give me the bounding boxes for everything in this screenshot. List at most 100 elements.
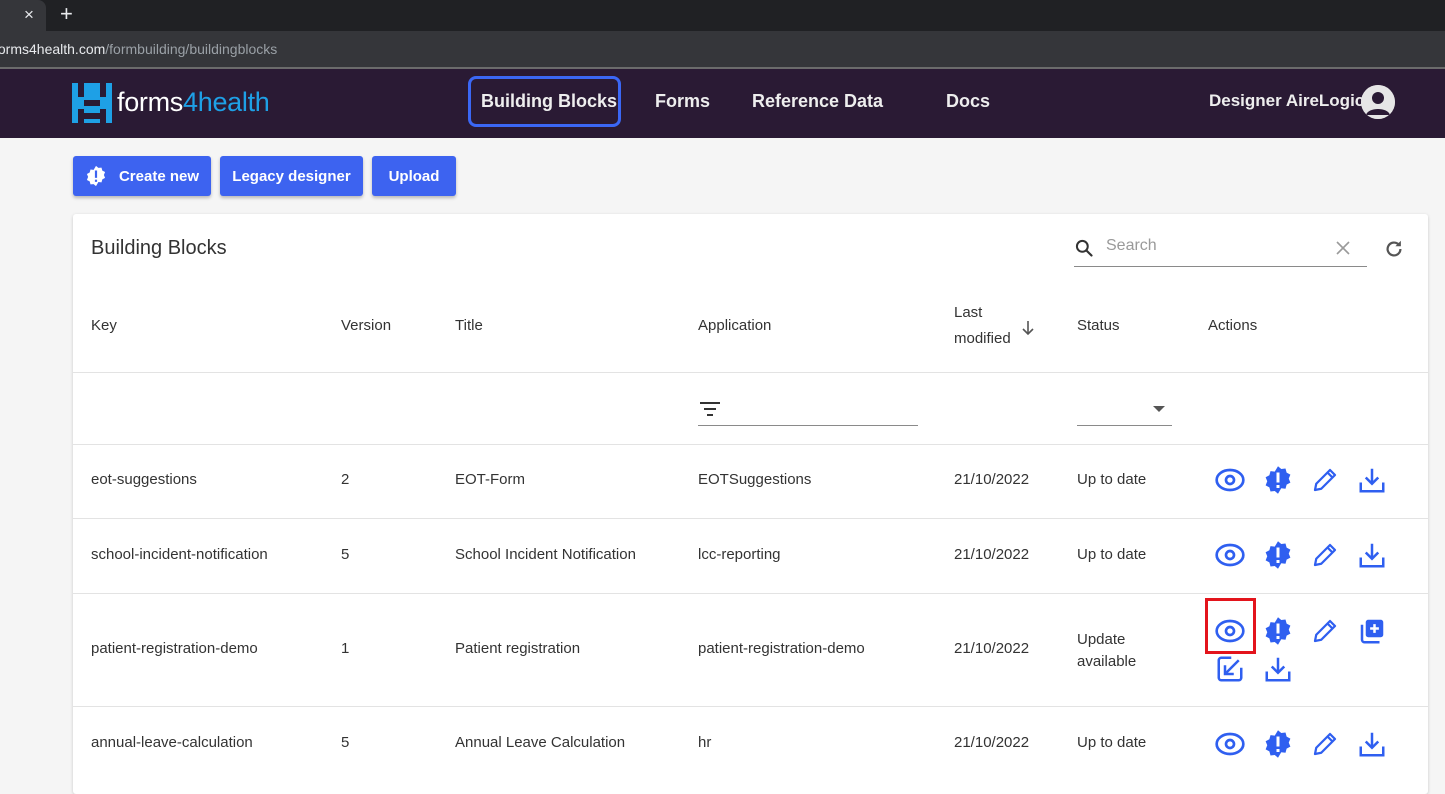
divider (73, 372, 1428, 373)
eye-icon (1215, 732, 1245, 756)
browser-tab[interactable]: × (0, 0, 46, 31)
nav-building-blocks[interactable]: Building Blocks (481, 91, 617, 112)
import-arrow-icon (1217, 656, 1243, 682)
divider (73, 593, 1428, 594)
eye-icon (1215, 543, 1245, 567)
forms4health-logo-icon[interactable] (72, 83, 112, 123)
download-icon (1359, 543, 1385, 568)
tab-close-icon[interactable]: × (24, 5, 34, 25)
badge-alert-icon (1265, 617, 1291, 645)
cell-last-modified: 21/10/2022 (954, 734, 1030, 751)
user-avatar-icon[interactable] (1361, 85, 1395, 119)
sort-descending-icon[interactable] (1021, 320, 1035, 336)
card-title: Building Blocks (91, 237, 227, 259)
status-line-1: Update (1077, 631, 1126, 648)
divider (73, 444, 1428, 445)
cell-last-modified: 21/10/2022 (954, 640, 1030, 657)
cell-version: 5 (341, 546, 350, 563)
nav-docs[interactable]: Docs (946, 91, 990, 112)
cell-application: patient-registration-demo (698, 640, 865, 657)
cell-application: EOTSuggestions (698, 471, 812, 488)
logo-text-accent: 4health (183, 87, 270, 117)
legacy-designer-label: Legacy designer (232, 167, 351, 185)
search-input[interactable] (1104, 236, 1328, 256)
column-header-last-modified[interactable]: Last modified (954, 300, 1034, 352)
edit-button[interactable] (1309, 539, 1341, 571)
validate-button[interactable] (1262, 464, 1294, 496)
cell-application: hr (698, 734, 712, 751)
close-icon[interactable] (1335, 240, 1351, 256)
download-button[interactable] (1356, 539, 1388, 571)
column-header-application[interactable]: Application (698, 313, 771, 339)
download-icon (1265, 657, 1291, 682)
cell-version: 5 (341, 734, 350, 751)
search-icon (1075, 239, 1093, 257)
divider (73, 706, 1428, 707)
pencil-icon (1313, 543, 1337, 567)
edit-button[interactable] (1309, 464, 1341, 496)
divider (73, 518, 1428, 519)
cell-status: Up to date (1077, 546, 1147, 563)
nav-reference-data[interactable]: Reference Data (752, 91, 883, 112)
app-header: forms4health Building Blocks Forms Refer… (0, 69, 1445, 138)
edit-button[interactable] (1309, 615, 1341, 647)
search-field[interactable] (1074, 228, 1367, 267)
status-filter-select[interactable] (1077, 394, 1172, 426)
column-header-title[interactable]: Title (455, 313, 483, 339)
nav-forms[interactable]: Forms (655, 91, 710, 112)
download-button[interactable] (1356, 464, 1388, 496)
cell-title: School Incident Notification (455, 546, 636, 563)
edit-button[interactable] (1309, 728, 1341, 760)
upload-button[interactable]: Upload (372, 156, 456, 196)
validate-button[interactable] (1262, 728, 1294, 760)
view-button[interactable] (1214, 539, 1246, 571)
application-filter-input[interactable] (698, 394, 918, 426)
pencil-icon (1313, 732, 1337, 756)
cell-status: Up to date (1077, 734, 1147, 751)
download-button[interactable] (1262, 653, 1294, 685)
cell-key: school-incident-notification (91, 546, 268, 563)
copy-plus-icon (1360, 619, 1384, 644)
logo-text-main: forms (117, 87, 184, 117)
new-tab-icon[interactable]: + (60, 2, 73, 26)
url-path: /formbuilding/buildingblocks (105, 41, 278, 57)
logo-text[interactable]: forms4health (117, 87, 270, 118)
view-button[interactable] (1214, 728, 1246, 760)
cell-version: 1 (341, 640, 350, 657)
refresh-icon[interactable] (1383, 238, 1405, 260)
cell-application: lcc-reporting (698, 546, 781, 563)
badge-alert-icon (86, 165, 106, 187)
cell-status: Update available (1077, 629, 1136, 673)
download-icon (1359, 732, 1385, 757)
pencil-icon (1313, 619, 1337, 643)
column-header-last-modified-line1: Last (954, 304, 983, 321)
url-domain: forms4health.com (0, 41, 106, 57)
duplicate-button[interactable] (1356, 615, 1388, 647)
column-header-status[interactable]: Status (1077, 313, 1120, 339)
badge-alert-icon (1265, 541, 1291, 569)
create-new-button[interactable]: Create new (73, 156, 211, 196)
download-icon (1359, 468, 1385, 493)
legacy-designer-button[interactable]: Legacy designer (220, 156, 363, 196)
validate-button[interactable] (1262, 615, 1294, 647)
column-header-version[interactable]: Version (341, 313, 391, 339)
cell-status: Up to date (1077, 471, 1147, 488)
url-text[interactable]: forms4health.com/formbuilding/buildingbl… (0, 41, 277, 57)
cell-title: Patient registration (455, 640, 581, 657)
validate-button[interactable] (1262, 539, 1294, 571)
create-new-label: Create new (118, 167, 200, 185)
cell-key: eot-suggestions (91, 471, 197, 488)
cell-last-modified: 21/10/2022 (954, 546, 1030, 563)
pencil-icon (1313, 468, 1337, 492)
cell-title: Annual Leave Calculation (455, 734, 626, 751)
user-name[interactable]: Designer AireLogic (1209, 91, 1364, 111)
chevron-down-icon (1153, 406, 1165, 412)
address-bar[interactable]: forms4health.com/formbuilding/buildingbl… (0, 31, 1445, 67)
browser-tab-bar: × + (0, 0, 1445, 31)
view-button[interactable] (1214, 464, 1246, 496)
status-line-2: available (1077, 653, 1137, 670)
download-button[interactable] (1356, 728, 1388, 760)
column-header-key[interactable]: Key (91, 313, 117, 339)
filter-icon (700, 402, 720, 416)
import-button[interactable] (1214, 653, 1246, 685)
